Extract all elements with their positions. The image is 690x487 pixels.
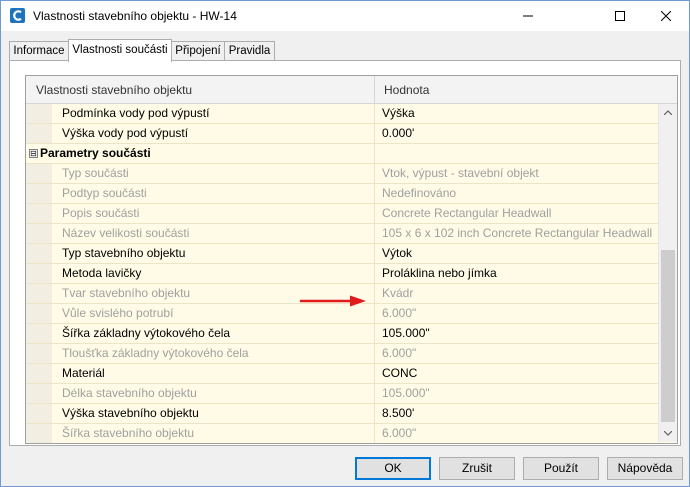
civil3d-icon	[10, 8, 25, 23]
property-name: Vůle svislého potrubí	[62, 306, 174, 320]
property-name: Materiál	[62, 366, 105, 380]
scrollbar-thumb[interactable]	[661, 250, 675, 422]
property-value: Kvádr	[382, 286, 414, 300]
property-value: 105 x 6 x 102 inch Concrete Rectangular …	[382, 226, 653, 240]
property-value[interactable]: Výtok	[382, 246, 412, 260]
chevron-down-icon	[664, 431, 672, 436]
property-value: 105.000"	[382, 386, 430, 400]
tab-pripojeni[interactable]: Připojení	[171, 41, 225, 61]
chevron-up-icon	[664, 110, 672, 115]
help-button[interactable]: Nápověda	[607, 457, 683, 480]
table-row[interactable]: Délka stavebního objektu 105.000"	[26, 384, 658, 404]
property-grid: Vlastnosti stavebního objektu Hodnota Po…	[25, 75, 678, 444]
property-name: Popis součásti	[62, 206, 140, 220]
tab-vlastnosti-soucasti[interactable]: Vlastnosti součásti	[68, 39, 172, 62]
table-row[interactable]: Šířka stavebního objektu 6.000"	[26, 424, 658, 443]
property-value: Vtok, výpust - stavební objekt	[382, 166, 539, 180]
property-name: Tvar stavebního objektu	[62, 286, 191, 300]
property-name: Metoda lavičky	[62, 266, 142, 280]
property-value: 6.000"	[382, 346, 417, 360]
table-row[interactable]: Tloušťka základny výtokového čela 6.000"	[26, 344, 658, 364]
table-row[interactable]: Typ stavebního objektu Výtok	[26, 244, 658, 264]
cancel-button[interactable]: Zrušit	[439, 457, 515, 480]
table-row[interactable]: Popis součásti Concrete Rectangular Head…	[26, 204, 658, 224]
group-label: Parametry součásti	[40, 146, 151, 160]
table-row[interactable]: Výška vody pod výpustí 0.000'	[26, 124, 658, 144]
property-value: Concrete Rectangular Headwall	[382, 206, 552, 220]
table-row[interactable]: Podtyp součásti Nedefinováno	[26, 184, 658, 204]
property-value[interactable]: Výška	[382, 106, 415, 120]
scroll-up-button[interactable]	[659, 104, 677, 121]
minimize-button[interactable]	[505, 1, 551, 31]
table-row[interactable]: Typ součásti Vtok, výpust - stavební obj…	[26, 164, 658, 184]
property-value: 6.000"	[382, 306, 417, 320]
maximize-button[interactable]	[597, 1, 643, 31]
minimize-icon	[523, 15, 533, 17]
column-header-property[interactable]: Vlastnosti stavebního objektu	[36, 83, 192, 97]
property-value[interactable]: CONC	[382, 366, 417, 380]
table-row[interactable]: Šířka základny výtokového čela 105.000"	[26, 324, 658, 344]
close-icon	[661, 11, 671, 21]
annotation-arrow-icon	[300, 295, 366, 307]
property-name: Výška vody pod výpustí	[62, 126, 189, 140]
property-value[interactable]: 8.500'	[382, 406, 414, 420]
ok-button[interactable]: OK	[355, 457, 431, 480]
property-name: Typ stavebního objektu	[62, 246, 186, 260]
collapse-icon[interactable]: ⊟	[29, 149, 38, 158]
grid-rows: Podmínka vody pod výpustí Výška Výška vo…	[26, 104, 658, 443]
property-name: Typ součásti	[62, 166, 129, 180]
table-row[interactable]: Výška stavebního objektu 8.500'	[26, 404, 658, 424]
column-divider[interactable]	[374, 76, 375, 103]
grid-header: Vlastnosti stavebního objektu Hodnota	[26, 76, 677, 104]
close-button[interactable]	[643, 1, 689, 31]
properties-dialog: Vlastnosti stavebního objektu - HW-14 In…	[0, 0, 690, 487]
apply-button[interactable]: Použít	[523, 457, 599, 480]
property-value[interactable]: 0.000'	[382, 126, 414, 140]
tab-panel: Vlastnosti stavebního objektu Hodnota Po…	[9, 60, 681, 446]
maximize-icon	[615, 11, 625, 21]
column-header-value[interactable]: Hodnota	[384, 83, 429, 97]
property-name: Podmínka vody pod výpustí	[62, 106, 210, 120]
table-row[interactable]: Vůle svislého potrubí 6.000"	[26, 304, 658, 324]
table-row[interactable]: Podmínka vody pod výpustí Výška	[26, 104, 658, 124]
property-name: Šířka stavebního objektu	[62, 426, 195, 440]
property-name: Podtyp součásti	[62, 186, 147, 200]
property-value: Nedefinováno	[382, 186, 457, 200]
property-name: Délka stavebního objektu	[62, 386, 197, 400]
scroll-down-button[interactable]	[659, 425, 677, 442]
property-value[interactable]: Proláklina nebo jímka	[382, 266, 497, 280]
tab-informace[interactable]: Informace	[9, 41, 69, 61]
group-row-parametry-soucasti[interactable]: ⊟ Parametry součásti	[26, 144, 658, 164]
property-value: 6.000"	[382, 426, 417, 440]
table-row[interactable]: Název velikosti součásti 105 x 6 x 102 i…	[26, 224, 658, 244]
table-row[interactable]: Metoda lavičky Proláklina nebo jímka	[26, 264, 658, 284]
table-row[interactable]: Materiál CONC	[26, 364, 658, 384]
tab-pravidla[interactable]: Pravidla	[224, 41, 275, 61]
property-name: Šířka základny výtokového čela	[62, 326, 231, 340]
property-value[interactable]: 105.000"	[382, 326, 430, 340]
property-name: Výška stavebního objektu	[62, 406, 199, 420]
title-bar[interactable]: Vlastnosti stavebního objektu - HW-14	[1, 1, 689, 31]
window-title: Vlastnosti stavebního objektu - HW-14	[33, 9, 237, 23]
property-name: Název velikosti součásti	[62, 226, 190, 240]
vertical-scrollbar[interactable]	[658, 104, 677, 442]
property-name: Tloušťka základny výtokového čela	[62, 346, 249, 360]
